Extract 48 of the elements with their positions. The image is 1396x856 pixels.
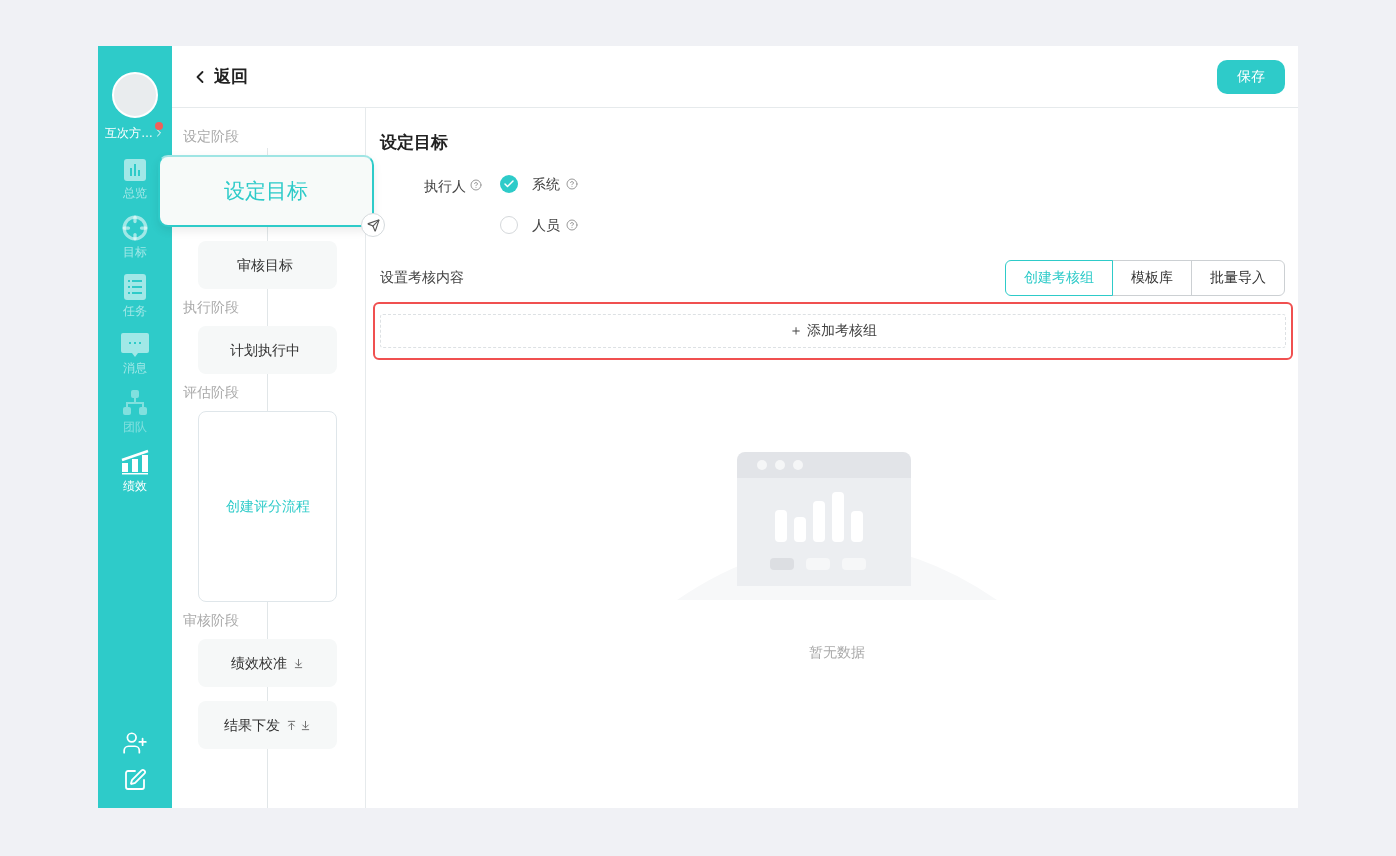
tab[interactable]: 批量导入 <box>1191 259 1285 296</box>
nav-item[interactable]: 目标 <box>112 215 158 261</box>
field-label: 执行人 <box>424 176 466 196</box>
help-icon[interactable] <box>470 178 482 191</box>
list-icon <box>124 274 146 300</box>
tab[interactable]: 创建考核组 <box>1005 259 1113 296</box>
target-icon <box>122 215 148 241</box>
help-icon[interactable] <box>566 219 578 231</box>
section-label: 设置考核内容 <box>380 268 464 287</box>
save-button[interactable]: 保存 <box>1217 59 1285 94</box>
add-group-button[interactable]: ＋ 添加考核组 <box>380 313 1286 348</box>
flow-node[interactable]: 结果下发 <box>198 701 337 749</box>
radio-button[interactable] <box>500 175 518 193</box>
send-icon[interactable] <box>361 213 385 237</box>
node-label: 审核目标 <box>236 255 293 275</box>
radio-label[interactable]: 系统 <box>532 173 560 195</box>
org-chart-icon <box>122 390 148 416</box>
move-down-icon[interactable] <box>300 719 311 731</box>
flow-node[interactable]: 绩效校准 <box>198 639 337 687</box>
node-label: 计划执行中 <box>229 340 300 360</box>
stage-label: 审核阶段 <box>183 610 239 631</box>
flow-node[interactable]: 审核目标 <box>198 241 337 289</box>
avatar[interactable] <box>112 72 158 118</box>
flow-node-active[interactable]: 设定目标 <box>158 155 374 227</box>
user-name[interactable]: 互次方… <box>105 124 153 142</box>
nav-item[interactable]: 任务 <box>112 274 158 320</box>
back-button[interactable]: 返回 <box>190 63 248 90</box>
nav-item[interactable]: 总览 <box>112 158 158 202</box>
chat-bubble-icon <box>121 333 149 357</box>
tab[interactable]: 模板库 <box>1112 259 1192 296</box>
help-icon[interactable] <box>566 178 578 190</box>
node-label: 结果下发 <box>224 715 280 735</box>
add-user-icon[interactable] <box>122 730 148 756</box>
check-icon <box>503 178 515 190</box>
empty-state-text: 暂无数据 <box>808 642 865 662</box>
node-label: 绩效校准 <box>231 653 287 673</box>
bar-chart-icon <box>123 158 147 182</box>
create-flow-card[interactable]: 创建评分流程 <box>198 411 337 602</box>
radio-label[interactable]: 人员 <box>532 214 560 236</box>
flow-node[interactable]: 计划执行中 <box>198 326 337 374</box>
nav-item[interactable]: 消息 <box>112 333 158 377</box>
nav-item[interactable]: 绩效 <box>112 449 158 495</box>
edit-icon[interactable] <box>123 768 147 792</box>
move-up-icon[interactable] <box>286 719 297 731</box>
radio-button[interactable] <box>500 216 518 234</box>
section-title: 设定目标 <box>380 132 449 154</box>
growth-chart-icon <box>121 449 149 475</box>
move-down-icon[interactable] <box>293 657 304 669</box>
